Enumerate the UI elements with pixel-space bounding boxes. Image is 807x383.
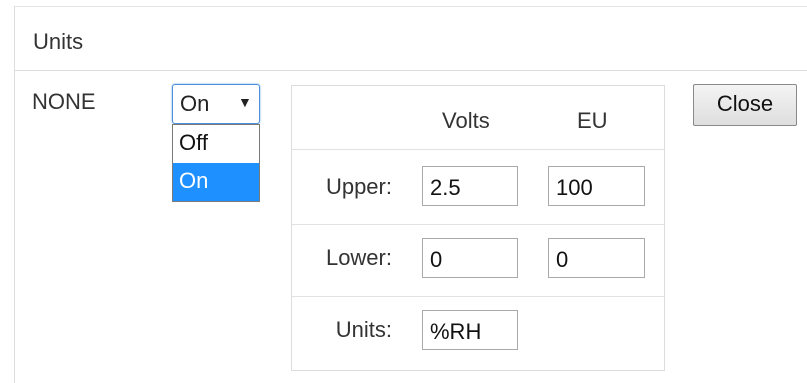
units-input[interactable]: %RH: [422, 310, 518, 350]
column-header-volts: Volts: [442, 108, 490, 133]
dropdown-option-on[interactable]: On: [173, 163, 259, 201]
settings-table: Volts EU Upper: 2.5 100 Lower: 0 0 Units…: [291, 85, 665, 371]
row-label: NONE: [32, 89, 96, 114]
units-label: Units:: [335, 317, 392, 342]
mode-select[interactable]: On ▼: [172, 84, 260, 124]
table-row-units: Units: %RH: [292, 297, 664, 370]
table-header-row: Volts EU: [292, 86, 664, 150]
upper-label: Upper:: [325, 174, 392, 199]
table-row-lower: Lower: 0 0: [292, 225, 664, 297]
triangle-down-icon: ▼: [238, 94, 252, 110]
column-header-eu: EU: [577, 108, 608, 133]
lower-volts-input[interactable]: 0: [422, 238, 518, 278]
upper-eu-input[interactable]: 100: [548, 166, 645, 206]
upper-volts-input[interactable]: 2.5: [422, 166, 518, 206]
close-button[interactable]: Close: [693, 84, 797, 126]
mode-select-value: On: [180, 91, 210, 116]
dropdown-option-off[interactable]: Off: [173, 125, 259, 163]
table-row-upper: Upper: 2.5 100: [292, 150, 664, 225]
panel-header: Units: [15, 7, 807, 71]
panel-title: Units: [33, 29, 84, 54]
mode-dropdown-list: Off On: [172, 124, 260, 202]
lower-label: Lower:: [325, 245, 392, 270]
lower-eu-input[interactable]: 0: [548, 238, 645, 278]
